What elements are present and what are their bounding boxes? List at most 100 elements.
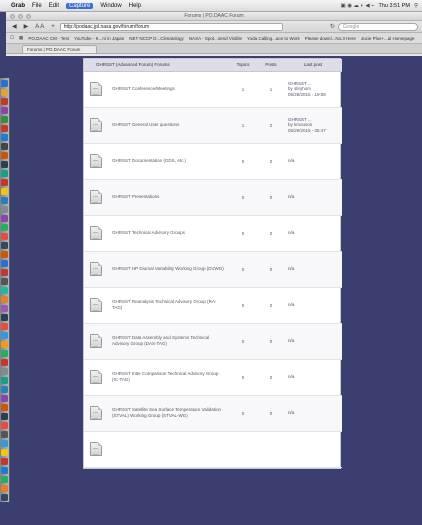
dock-app-icon[interactable] bbox=[1, 233, 8, 240]
column-header-topics[interactable]: Topics bbox=[228, 59, 258, 72]
forum-link[interactable] bbox=[108, 431, 228, 468]
dock-app-icon[interactable] bbox=[1, 476, 8, 483]
bookmark-item[interactable]: NET NCCP D...Climatology bbox=[129, 36, 184, 41]
bookmark-item[interactable]: PO.DAAC CM - Test bbox=[28, 36, 69, 41]
dock-app-icon[interactable] bbox=[1, 107, 8, 114]
forum-icon-cell bbox=[84, 215, 108, 252]
forum-link[interactable]: GHRSST Conference/Meetings bbox=[108, 71, 228, 108]
dock-app-icon[interactable] bbox=[1, 305, 8, 312]
dock-app-icon[interactable] bbox=[1, 296, 8, 303]
text-size-icon[interactable]: A A bbox=[33, 24, 46, 30]
last-post-title[interactable]: n/a bbox=[288, 230, 342, 236]
menu-window[interactable]: Window bbox=[100, 3, 121, 9]
dock-app-icon[interactable] bbox=[1, 134, 8, 141]
show-all-bookmarks-icon[interactable]: ▦ bbox=[19, 35, 23, 41]
dock-app-icon[interactable] bbox=[1, 467, 8, 474]
column-header-forum[interactable]: GHRSST (Advanced Forum) Forums bbox=[84, 59, 228, 72]
dock-app-icon[interactable] bbox=[1, 359, 8, 366]
last-post-title[interactable]: n/a bbox=[288, 302, 342, 308]
dock-app-icon[interactable] bbox=[1, 332, 8, 339]
bookmark-item[interactable]: Yoda Calling...ace to Work bbox=[247, 36, 300, 41]
last-post-title[interactable]: n/a bbox=[288, 410, 342, 416]
dock-app-icon[interactable] bbox=[1, 80, 8, 87]
dock-app-icon[interactable] bbox=[1, 197, 8, 204]
dock-app-icon[interactable] bbox=[1, 485, 8, 492]
menu-app-name[interactable]: Grab bbox=[11, 3, 25, 9]
dock-app-icon[interactable] bbox=[1, 116, 8, 123]
dock-app-icon[interactable] bbox=[1, 188, 8, 195]
minimize-window-button[interactable] bbox=[18, 13, 23, 19]
menu-clock[interactable]: Thu 3:51 PM bbox=[378, 3, 410, 9]
add-bookmark-icon[interactable]: + bbox=[49, 24, 57, 30]
reload-icon[interactable]: ↻ bbox=[330, 23, 335, 30]
dock-app-icon[interactable] bbox=[1, 269, 8, 276]
last-post-title[interactable]: n/a bbox=[288, 374, 342, 380]
dock-app-icon[interactable] bbox=[1, 98, 8, 105]
dock-app-icon[interactable] bbox=[1, 404, 8, 411]
menu-help[interactable]: Help bbox=[129, 3, 141, 9]
dock-app-icon[interactable] bbox=[1, 179, 8, 186]
menu-file[interactable]: File bbox=[32, 3, 42, 9]
dock-app-icon[interactable] bbox=[1, 143, 8, 150]
last-post-title[interactable]: n/a bbox=[288, 158, 342, 164]
dock-app-icon[interactable] bbox=[1, 161, 8, 168]
dock-app-icon[interactable] bbox=[1, 152, 8, 159]
forum-link[interactable]: GHRSST Data Assembly and Systems Technic… bbox=[108, 323, 228, 360]
menu-edit[interactable]: Edit bbox=[49, 3, 59, 9]
spotlight-icon[interactable]: ⚲ bbox=[414, 3, 418, 9]
dock-app-icon[interactable] bbox=[1, 449, 8, 456]
dock-app-icon[interactable] bbox=[1, 431, 8, 438]
status-icons[interactable]: ▣ ◉ ☁ ◐ ◀ ⌁ bbox=[340, 3, 374, 9]
search-field[interactable]: Google bbox=[338, 22, 418, 31]
dock-app-icon[interactable] bbox=[1, 341, 8, 348]
last-post-title[interactable]: n/a bbox=[288, 338, 342, 344]
zoom-window-button[interactable] bbox=[26, 13, 31, 19]
column-header-posts[interactable]: Posts bbox=[258, 59, 284, 72]
forward-arrow-icon[interactable]: ▶ bbox=[22, 23, 31, 30]
dock-app-icon[interactable] bbox=[1, 224, 8, 231]
dock-app-icon[interactable] bbox=[1, 350, 8, 357]
address-bar[interactable]: http://podaac.jpl.nasa.gov/forum/forum bbox=[59, 22, 283, 31]
bookmark-item[interactable]: Please downl...No.3 Here bbox=[305, 36, 356, 41]
dock-app-icon[interactable] bbox=[1, 377, 8, 384]
last-post-title[interactable]: n/a bbox=[288, 266, 342, 272]
dock-app-icon[interactable] bbox=[1, 395, 8, 402]
dock-app-icon[interactable] bbox=[1, 215, 8, 222]
dock-app-icon[interactable] bbox=[1, 125, 8, 132]
dock-app-icon[interactable] bbox=[1, 287, 8, 294]
dock-app-icon[interactable] bbox=[1, 170, 8, 177]
forum-link[interactable]: GHRSST Technical Advisory Groups bbox=[108, 215, 228, 252]
dock-app-icon[interactable] bbox=[1, 251, 8, 258]
dock-app-icon[interactable] bbox=[1, 206, 8, 213]
forum-link[interactable]: GHRSST General User questions bbox=[108, 107, 228, 144]
forum-link[interactable]: GHRSST HP Diurnal Variability Working Gr… bbox=[108, 251, 228, 288]
dock-app-icon[interactable] bbox=[1, 278, 8, 285]
dock-app-icon[interactable] bbox=[1, 413, 8, 420]
forum-link[interactable]: GHRSST Presentations bbox=[108, 179, 228, 216]
dock-app-icon[interactable] bbox=[1, 422, 8, 429]
tab-forums[interactable]: Forums | PO.DAAC Forum bbox=[22, 45, 98, 53]
dock-app-icon[interactable] bbox=[1, 323, 8, 330]
dock-app-icon[interactable] bbox=[1, 494, 8, 501]
dock-app-icon[interactable] bbox=[1, 458, 8, 465]
forum-link[interactable]: GHRSST Satellite Sea Surface Temperature… bbox=[108, 395, 228, 432]
bookmark-item[interactable]: NASA - Spot...send Visible bbox=[189, 36, 242, 41]
column-header-last-post[interactable]: Last post bbox=[284, 59, 342, 72]
forum-link[interactable]: GHRSST Reanalysis Technical Advisory Gro… bbox=[108, 287, 228, 324]
last-post-title[interactable]: n/a bbox=[288, 194, 342, 200]
bookmark-item[interactable]: Jucie Plus+...al Homepage bbox=[361, 36, 415, 41]
dock-app-icon[interactable] bbox=[1, 386, 8, 393]
dock-app-icon[interactable] bbox=[1, 440, 8, 447]
menu-capture[interactable]: Capture bbox=[66, 2, 94, 9]
close-window-button[interactable] bbox=[10, 13, 15, 19]
dock-app-icon[interactable] bbox=[1, 242, 8, 249]
bookmark-item[interactable]: YouTube - K...ni in Japan bbox=[74, 36, 124, 41]
dock-app-icon[interactable] bbox=[1, 260, 8, 267]
forum-link[interactable]: GHRSST Documentation (GDS, etc.) bbox=[108, 143, 228, 180]
back-arrow-icon[interactable]: ◀ bbox=[10, 23, 19, 30]
reading-list-icon[interactable]: ☐ bbox=[10, 35, 14, 41]
dock-app-icon[interactable] bbox=[1, 368, 8, 375]
dock-app-icon[interactable] bbox=[1, 89, 8, 96]
dock-app-icon[interactable] bbox=[1, 314, 8, 321]
forum-link[interactable]: GHRSST Inter Comparison Technical Adviso… bbox=[108, 359, 228, 396]
